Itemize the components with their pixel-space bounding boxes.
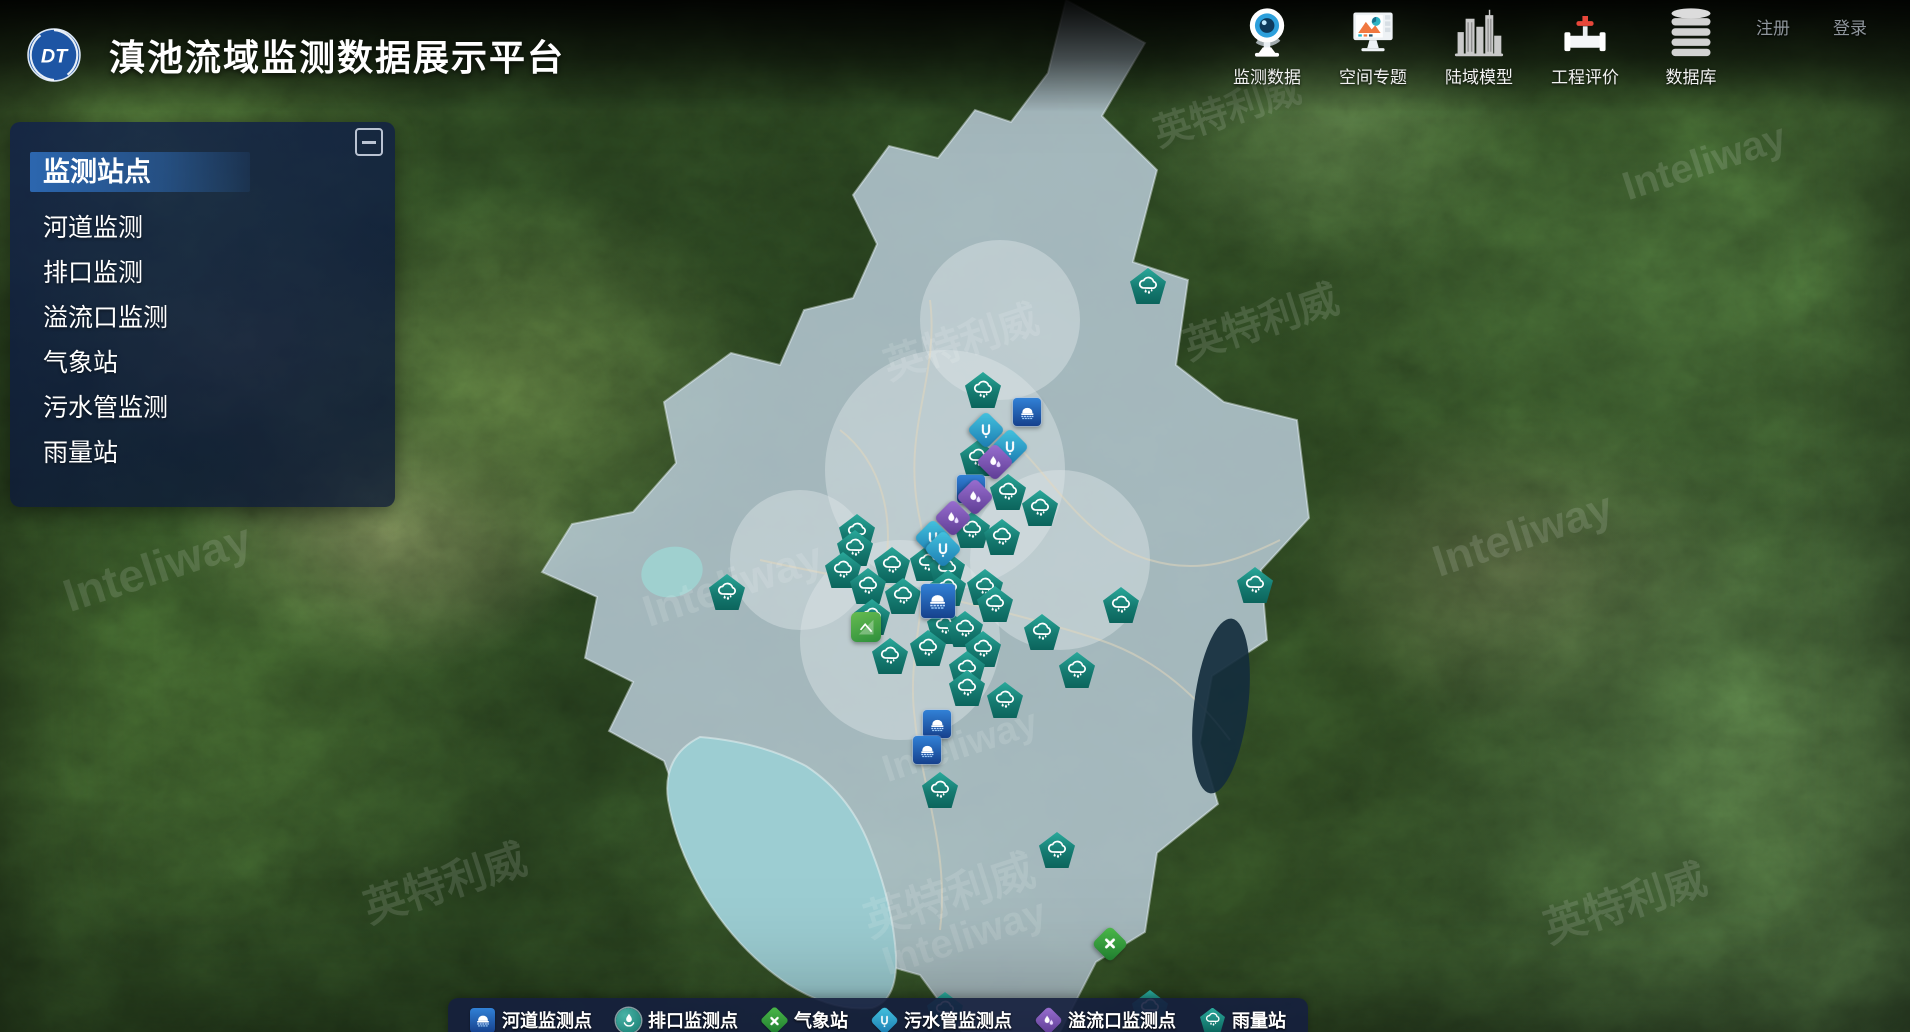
nav-label: 监测数据 [1233, 63, 1301, 88]
legend-item-overflow: 溢流口监测点 [1036, 1007, 1176, 1032]
sidebar-item-sewage[interactable]: 污水管监测 [43, 386, 395, 431]
sidebar-item-overflow[interactable]: 溢流口监测 [43, 296, 395, 341]
map-marker-rain[interactable] [1022, 490, 1058, 526]
map-marker-rain[interactable] [922, 772, 958, 808]
map-marker-rain[interactable] [984, 519, 1020, 555]
map-marker-rain[interactable] [1130, 268, 1166, 304]
weather-station-icon [760, 1006, 789, 1032]
map-marker-river[interactable] [923, 710, 951, 738]
legend-item-outfall: 排口监测点 [616, 1007, 738, 1032]
map-marker-rain[interactable] [1237, 567, 1273, 603]
panel-list: 河道监测 排口监测 溢流口监测 气象站 污水管监测 雨量站 [10, 206, 395, 476]
map-marker-rain[interactable] [1024, 614, 1060, 650]
brand: DT 滇池流域监测数据展示平台 [27, 28, 565, 82]
sidebar-item-outfall[interactable]: 排口监测 [43, 251, 395, 296]
rain-station-icon [1200, 1008, 1225, 1032]
nav-item-database[interactable]: 数据库 [1648, 6, 1734, 88]
map-marker-river[interactable] [1013, 398, 1041, 426]
main-nav: 监测数据 [1224, 6, 1734, 88]
pipe-valve-icon [1559, 6, 1611, 58]
panel-title: 监测站点 [30, 152, 250, 192]
nav-label: 空间专题 [1339, 63, 1407, 88]
database-icon [1663, 6, 1719, 58]
map-marker-weather_flag[interactable] [851, 612, 881, 642]
map-marker-rain[interactable] [987, 682, 1023, 718]
platform-logo-icon: DT [27, 28, 81, 82]
svg-text:DT: DT [41, 45, 69, 67]
map-marker-rain[interactable] [965, 372, 1001, 408]
map-marker-rain[interactable] [709, 574, 745, 610]
legend-item-sewage: 污水管监测点 [872, 1007, 1012, 1032]
map-marker-rain[interactable] [1059, 652, 1095, 688]
nav-label: 数据库 [1666, 63, 1717, 88]
sewage-pipe-icon [870, 1006, 899, 1032]
sidebar-item-rain[interactable]: 雨量站 [43, 431, 395, 476]
outfall-station-icon [616, 1008, 641, 1032]
webcam-icon [1238, 6, 1296, 58]
overflow-station-icon [1034, 1006, 1063, 1032]
minimize-icon[interactable] [355, 128, 383, 156]
nav-item-spatial-theme[interactable]: 空间专题 [1330, 6, 1416, 88]
legend-item-rain: 雨量站 [1200, 1007, 1286, 1032]
map-marker-rain[interactable] [872, 638, 908, 674]
nav-label: 工程评价 [1551, 63, 1619, 88]
monitor-chart-icon [1345, 6, 1401, 58]
map-marker-rain[interactable] [1103, 587, 1139, 623]
monitoring-stations-panel: 监测站点 河道监测 排口监测 溢流口监测 气象站 污水管监测 雨量站 [10, 122, 395, 507]
map-marker-rain[interactable] [1039, 832, 1075, 868]
legend-item-river: 河道监测点 [470, 1007, 592, 1032]
legend-item-weather: 气象站 [762, 1007, 848, 1032]
top-header: DT 滇池流域监测数据展示平台 监 [0, 0, 1910, 112]
map-marker-river[interactable] [913, 736, 941, 764]
map-legend: 河道监测点 排口监测点 气象站 污水管监测点 溢流口监测点 雨量站 [448, 998, 1308, 1032]
login-link[interactable]: 登录 [1833, 14, 1867, 39]
map-marker-weather[interactable] [1092, 926, 1129, 963]
river-station-icon [470, 1008, 495, 1032]
page-title: 滇池流域监测数据展示平台 [109, 29, 565, 81]
sidebar-item-weather[interactable]: 气象站 [43, 341, 395, 386]
city-buildings-icon [1452, 6, 1506, 58]
sidebar-item-river[interactable]: 河道监测 [43, 206, 395, 251]
map-marker-rain[interactable] [885, 578, 921, 614]
nav-item-land-model[interactable]: 陆域模型 [1436, 6, 1522, 88]
map-marker-river[interactable] [921, 584, 955, 618]
nav-item-project-eval[interactable]: 工程评价 [1542, 6, 1628, 88]
nav-label: 陆域模型 [1445, 63, 1513, 88]
app-window: InteliwayInteliway英特利威Inteliway英特利威Intel… [0, 0, 1910, 1032]
register-link[interactable]: 注册 [1756, 14, 1790, 39]
nav-item-monitor-data[interactable]: 监测数据 [1224, 6, 1310, 88]
